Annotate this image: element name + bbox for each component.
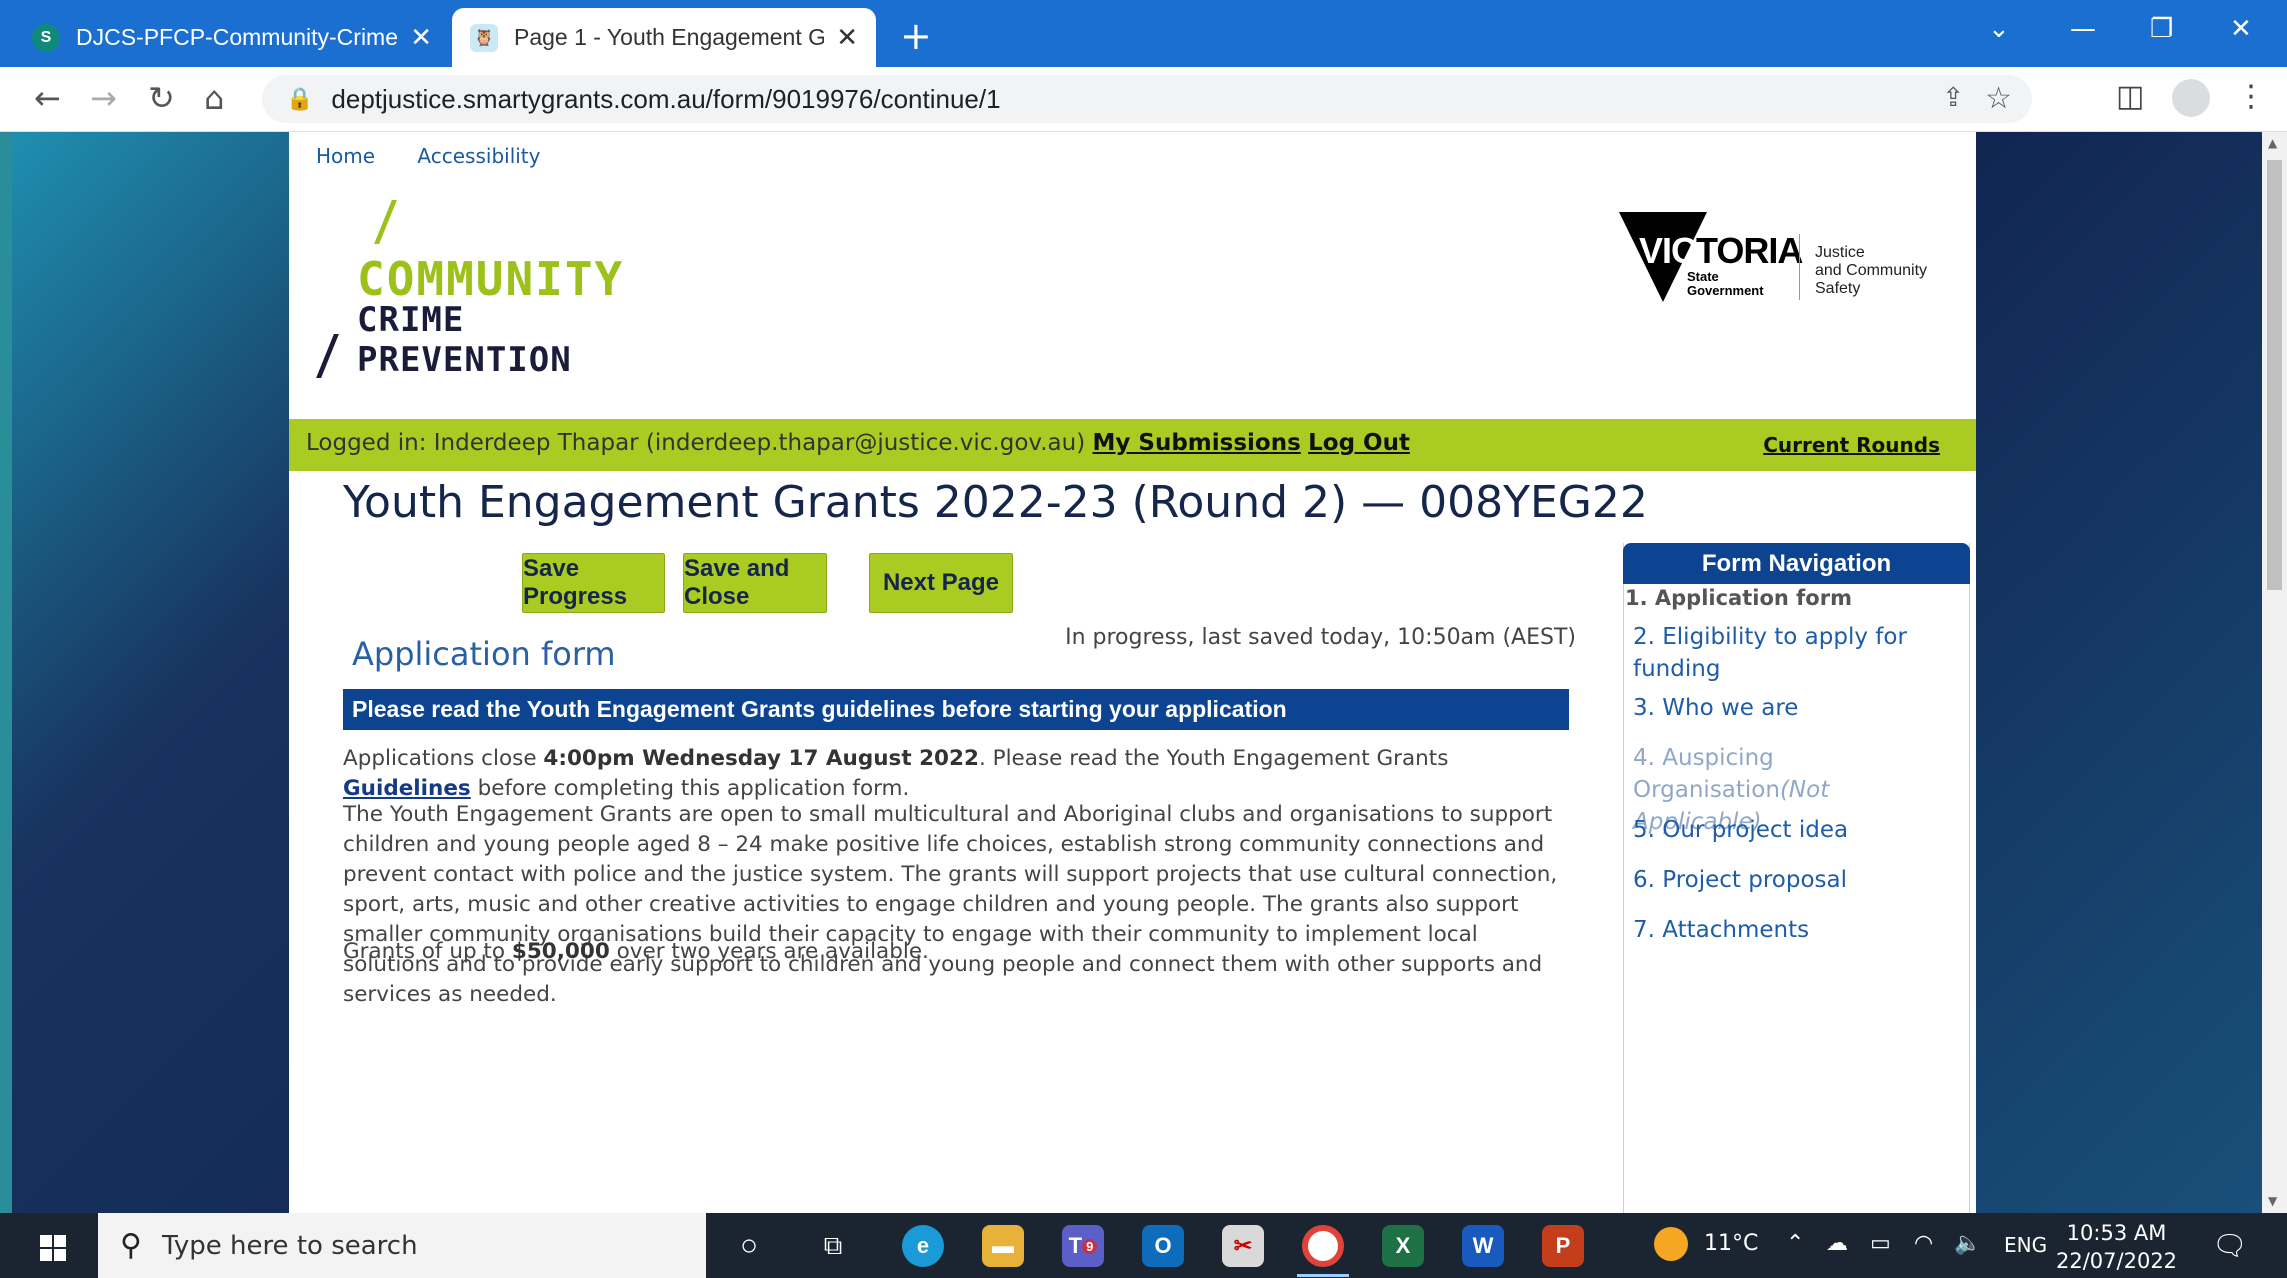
nav-item-project-proposal[interactable]: 6. Project proposal (1633, 864, 1953, 896)
taskbar-clock[interactable]: 10:53 AM 22/07/2022 (2056, 1219, 2177, 1275)
department-name: Justice and Community Safety (1815, 244, 1928, 297)
browser-tab-1[interactable]: S DJCS-PFCP-Community-Crime-Pr ✕ (14, 8, 450, 67)
clock-time: 10:53 AM (2066, 1221, 2167, 1245)
sharepoint-icon: S (32, 23, 60, 52)
snipping-tool-icon[interactable]: ✂ (1222, 1225, 1264, 1267)
home-icon[interactable]: ⌂ (204, 79, 224, 117)
scroll-up-icon[interactable]: ▲ (2268, 136, 2277, 150)
notifications-icon[interactable]: 🗨 (2212, 1229, 2248, 1262)
save-status: In progress, last saved today, 10:50am (… (1065, 625, 1576, 650)
paragraph-grant-amount: Grants of up to $50,000 over two years a… (343, 939, 929, 964)
victoria-government-logo: VICTORIA State Government Justice and Com… (1619, 212, 1959, 308)
profile-avatar-icon[interactable] (2172, 79, 2210, 117)
guidelines-link[interactable]: Guidelines (343, 776, 471, 801)
owl-icon: 🦉 (470, 23, 498, 52)
logo-line-1: COMMUNITY (357, 252, 625, 306)
teams-icon[interactable]: T9 (1062, 1225, 1104, 1267)
windows-start-icon[interactable] (40, 1235, 66, 1261)
paragraph-close-date: Applications close 4:00pm Wednesday 17 A… (343, 746, 1449, 801)
menu-kebab-icon[interactable]: ⋮ (2236, 79, 2266, 114)
language-indicator[interactable]: ENG (2004, 1233, 2047, 1257)
section-heading: Application form (352, 635, 616, 673)
logo-slash-green (374, 200, 397, 244)
nav-current-page: 1. Application form (1625, 586, 1852, 610)
login-bar: Logged in: Inderdeep Thapar (inderdeep.t… (289, 419, 1976, 471)
my-submissions-link[interactable]: My Submissions (1093, 430, 1301, 456)
wifi-icon[interactable]: ◠ (1914, 1231, 1933, 1256)
edge-icon[interactable]: e (902, 1225, 944, 1267)
volume-icon[interactable]: 🔈 (1954, 1231, 1981, 1256)
powerpoint-icon[interactable]: P (1542, 1225, 1584, 1267)
new-tab-icon[interactable]: + (900, 14, 932, 58)
nav-item-who-we-are[interactable]: 3. Who we are (1633, 692, 1953, 724)
current-rounds-link[interactable]: Current Rounds (1763, 433, 1940, 457)
show-hidden-icons-chevron[interactable]: ⌃ (1786, 1231, 1804, 1256)
minimize-icon[interactable]: — (2070, 14, 2096, 44)
save-progress-button[interactable]: Save Progress (522, 553, 665, 613)
omnibox[interactable]: 🔒 deptjustice.smartygrants.com.au/form/9… (262, 75, 2032, 123)
outlook-icon[interactable]: O (1142, 1225, 1184, 1267)
nav-item-eligibility[interactable]: 2. Eligibility to apply for funding (1633, 621, 1953, 685)
logo-divider (1799, 234, 1800, 300)
top-links: Home Accessibility (316, 144, 577, 168)
nav-item-project-idea[interactable]: 5. Our project idea (1633, 814, 1953, 846)
battery-icon[interactable]: ▭ (1870, 1231, 1891, 1256)
address-toolbar: ← → ↻ ⌂ 🔒 deptjustice.smartygrants.com.a… (0, 67, 2287, 132)
onedrive-cloud-icon[interactable]: ☁ (1826, 1231, 1848, 1256)
nav-item-attachments[interactable]: 7. Attachments (1633, 914, 1953, 946)
clock-date: 22/07/2022 (2056, 1249, 2178, 1273)
file-explorer-icon[interactable]: ▬ (982, 1225, 1024, 1267)
cortana-icon[interactable]: ○ (728, 1225, 770, 1267)
state-government-text: State Government (1687, 269, 1764, 298)
victoria-wordmark: VICTORIA (1639, 230, 1803, 271)
accessibility-link[interactable]: Accessibility (417, 144, 540, 168)
form-navigation-panel: Form Navigation 1. Application form 2. E… (1623, 543, 1970, 1213)
home-link[interactable]: Home (316, 144, 375, 168)
excel-icon[interactable]: X (1382, 1225, 1424, 1267)
browser-tab-2-active[interactable]: 🦉 Page 1 - Youth Engagement Gran ✕ (452, 8, 876, 67)
tab-title: DJCS-PFCP-Community-Crime-Pr (76, 24, 399, 50)
page-viewport: Home Accessibility COMMUNITY CRIME PREVE… (12, 132, 2262, 1213)
share-icon[interactable]: ⇪ (1942, 83, 1964, 113)
restore-icon[interactable]: ❐ (2150, 14, 2173, 44)
form-navigation-heading: Form Navigation (1623, 543, 1970, 584)
reload-icon[interactable]: ↻ (148, 79, 175, 117)
scrollbar-thumb[interactable] (2267, 160, 2282, 590)
weather-temperature[interactable]: 11°C (1704, 1231, 1758, 1256)
windows-taskbar: ⚲ Type here to search ○ ⧉ e ▬ T9 O ✂ X W… (0, 1213, 2287, 1278)
tab-search-chevron-icon[interactable]: ⌄ (1988, 14, 2010, 44)
save-and-close-button[interactable]: Save and Close (683, 553, 827, 613)
lock-icon[interactable]: 🔒 (286, 87, 313, 112)
logged-in-text: Logged in: Inderdeep Thapar (inderdeep.t… (306, 430, 1410, 456)
close-tab-icon[interactable]: ✕ (836, 22, 858, 53)
logo-slash-dark (316, 334, 339, 378)
close-tab-icon[interactable]: ✕ (410, 22, 432, 53)
vertical-scrollbar[interactable]: ▲ ▼ (2262, 132, 2287, 1213)
forward-icon[interactable]: → (90, 79, 117, 117)
page-title: Youth Engagement Grants 2022-23 (Round 2… (343, 477, 1648, 528)
guidelines-banner: Please read the Youth Engagement Grants … (343, 689, 1569, 730)
paragraph-program-description: The Youth Engagement Grants are open to … (343, 802, 1558, 1007)
logo-line-2: CRIME PREVENTION (357, 300, 572, 380)
scroll-down-icon[interactable]: ▼ (2268, 1194, 2277, 1208)
log-out-link[interactable]: Log Out (1308, 430, 1410, 456)
chrome-icon[interactable] (1302, 1225, 1344, 1267)
next-page-button[interactable]: Next Page (869, 553, 1013, 613)
community-crime-prevention-logo[interactable]: COMMUNITY CRIME PREVENTION (313, 200, 653, 380)
url-text[interactable]: deptjustice.smartygrants.com.au/form/901… (331, 84, 1000, 115)
tab-title: Page 1 - Youth Engagement Gran (514, 24, 825, 50)
page-container: Home Accessibility COMMUNITY CRIME PREVE… (289, 132, 1976, 1213)
search-icon: ⚲ (120, 1228, 142, 1263)
chrome-running-indicator (1297, 1274, 1349, 1277)
word-icon[interactable]: W (1462, 1225, 1504, 1267)
back-icon[interactable]: ← (34, 79, 61, 117)
weather-sun-icon[interactable] (1654, 1227, 1688, 1261)
side-panel-icon[interactable]: ◫ (2116, 79, 2144, 114)
search-placeholder: Type here to search (161, 1230, 418, 1261)
tab-strip: S DJCS-PFCP-Community-Crime-Pr ✕ 🦉 Page … (0, 0, 2287, 67)
bookmark-star-icon[interactable]: ☆ (1985, 81, 2012, 116)
close-window-icon[interactable]: ✕ (2230, 14, 2252, 44)
taskbar-search-box[interactable]: ⚲ Type here to search (98, 1213, 706, 1278)
task-view-icon[interactable]: ⧉ (812, 1225, 854, 1267)
